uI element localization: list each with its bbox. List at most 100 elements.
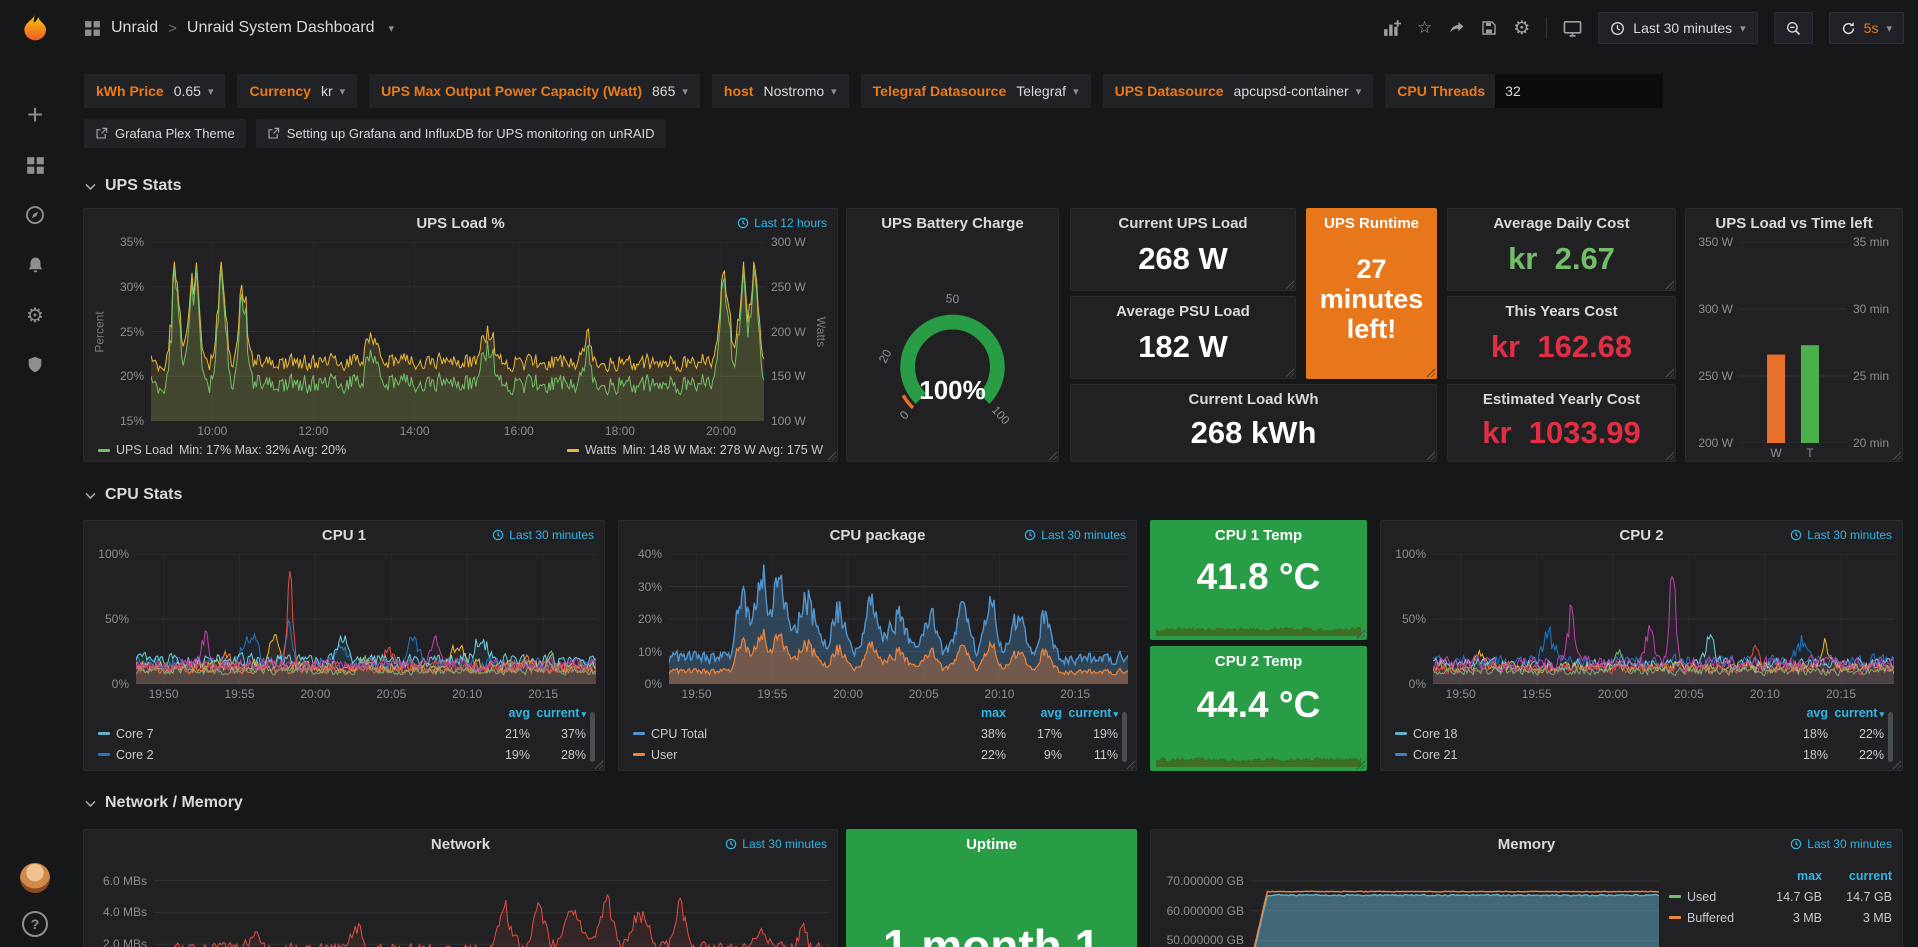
panel-title[interactable]: Uptime [847, 836, 1136, 853]
svg-text:100: 100 [989, 403, 1013, 427]
refresh-picker[interactable]: 5s ▾ [1829, 12, 1904, 44]
panel-time-range[interactable]: Last 30 minutes [1790, 837, 1892, 851]
configuration-gear-icon[interactable]: ⚙ [23, 303, 47, 327]
variable-ups-datasource[interactable]: UPS Datasource apcupsd-container▾ [1103, 74, 1374, 108]
panel-time-range[interactable]: Last 30 minutes [1790, 528, 1892, 542]
panel-title[interactable]: Average PSU Load [1071, 303, 1295, 320]
dashboard-settings-icon[interactable]: ⚙ [1513, 17, 1530, 40]
panel-title[interactable]: Current Load kWh [1071, 391, 1436, 408]
legend: avg current Core 18 18% 22% Core 21 18% … [1389, 702, 1894, 770]
panel-ups-load-vs-time-left: UPS Load vs Time left 350 W300 W250 W200… [1685, 208, 1903, 462]
legend-scrollbar[interactable] [1888, 712, 1893, 762]
variable-kwh-price[interactable]: kWh Price 0.65▾ [84, 74, 225, 108]
zoom-out-button[interactable] [1774, 12, 1813, 44]
svg-text:50: 50 [945, 291, 960, 306]
dashboard-grid-icon[interactable] [84, 20, 101, 37]
variable-host[interactable]: host Nostromo▾ [712, 74, 849, 108]
template-variables: kWh Price 0.65▾ Currency kr▾ UPS Max Out… [84, 74, 1663, 108]
legend-col-current[interactable]: current [1822, 869, 1892, 883]
legend-col-avg[interactable]: avg [1772, 706, 1828, 720]
link-ups-monitoring-guide[interactable]: Setting up Grafana and InfluxDB for UPS … [256, 119, 666, 148]
panel-title[interactable]: CPU 2 [1619, 527, 1663, 544]
legend-col-current[interactable]: current [1062, 706, 1118, 720]
panel-title[interactable]: Average Daily Cost [1448, 215, 1675, 232]
panel-current-load-kwh: Current Load kWh 268 kWh [1070, 384, 1437, 462]
panel-title[interactable]: CPU 1 [322, 527, 366, 544]
legend-col-current[interactable]: current [530, 706, 586, 720]
dashboard-title[interactable]: Unraid System Dashboard [187, 19, 375, 37]
add-panel-icon[interactable] [1383, 19, 1401, 37]
panel-time-range[interactable]: Last 12 hours [737, 216, 827, 230]
cpu-package-chart[interactable]: 19:5019:5520:0020:0520:1020:15 [669, 554, 1128, 684]
panel-this-years-cost: This Years Cost kr 162.68 [1447, 296, 1676, 379]
cycle-view-monitor-icon[interactable] [1563, 19, 1582, 38]
time-range-picker[interactable]: Last 30 minutes ▾ [1598, 12, 1757, 44]
panel-title[interactable]: This Years Cost [1448, 303, 1675, 320]
panel-title[interactable]: Current UPS Load [1071, 215, 1295, 232]
legend-header: avg current [98, 702, 586, 723]
row-title: Network / Memory [105, 794, 243, 812]
cpu1-chart[interactable]: 19:5019:5520:0020:0520:1020:15 [136, 554, 596, 684]
panel-title[interactable]: UPS Load % [416, 215, 504, 232]
chevron-down-icon[interactable]: ▾ [389, 22, 395, 35]
panel-title[interactable]: CPU 1 Temp [1151, 527, 1366, 544]
load-vs-time-chart[interactable]: WT [1740, 242, 1846, 443]
panel-cpu-1: CPU 1 Last 30 minutes 100%50%0% 19:5019:… [83, 520, 605, 771]
legend-item[interactable]: UPS LoadMin: 17% Max: 32% Avg: 20% [98, 443, 346, 457]
legend-col-avg[interactable]: avg [1006, 706, 1062, 720]
panel-time-range[interactable]: Last 30 minutes [725, 837, 827, 851]
cpu2-chart[interactable]: 19:5019:5520:0020:0520:1020:15 [1433, 554, 1894, 684]
alerting-bell-icon[interactable] [23, 253, 47, 277]
panel-title[interactable]: Memory [1498, 836, 1556, 853]
create-icon[interactable]: + [23, 103, 47, 127]
save-icon[interactable] [1481, 20, 1497, 36]
panel-title[interactable]: CPU 2 Temp [1151, 653, 1366, 670]
dashboards-icon[interactable] [23, 153, 47, 177]
panel-ups-battery-charge: UPS Battery Charge 100% 02050100 [846, 208, 1059, 462]
ups-load-chart[interactable]: 10:0012:0014:0016:0018:0020:00 [151, 242, 764, 421]
panel-title[interactable]: UPS Load vs Time left [1715, 215, 1872, 232]
legend-col-avg[interactable]: avg [474, 706, 530, 720]
help-icon[interactable]: ? [22, 911, 48, 937]
row-header-cpu-stats[interactable]: CPU Stats [84, 486, 182, 504]
legend-row: Core 18 18% 22% [1395, 723, 1884, 744]
grafana-logo[interactable] [19, 13, 51, 45]
network-chart[interactable] [154, 863, 829, 947]
chevron-down-icon [84, 180, 97, 193]
legend-scrollbar[interactable] [1122, 712, 1127, 762]
chevron-down-icon: ▾ [1073, 85, 1079, 98]
stat-value: kr 162.68 [1448, 320, 1675, 378]
panel-time-range[interactable]: Last 30 minutes [492, 528, 594, 542]
row-header-network-memory[interactable]: Network / Memory [84, 794, 243, 812]
memory-chart[interactable] [1251, 863, 1659, 947]
explore-icon[interactable] [23, 203, 47, 227]
legend-row: Core 21 18% 22% [1395, 744, 1884, 765]
panel-title[interactable]: Estimated Yearly Cost [1448, 391, 1675, 408]
breadcrumb-folder[interactable]: Unraid [111, 19, 158, 37]
y-axis-left: 350 W300 W250 W200 W [1694, 242, 1740, 443]
share-icon[interactable] [1448, 20, 1465, 37]
chevron-down-icon: ▾ [1356, 85, 1362, 98]
legend-col-max[interactable]: max [1752, 869, 1822, 883]
admin-shield-icon[interactable] [23, 353, 47, 377]
row-header-ups-stats[interactable]: UPS Stats [84, 177, 181, 195]
panel-time-range[interactable]: Last 30 minutes [1024, 528, 1126, 542]
variable-ups-max-power[interactable]: UPS Max Output Power Capacity (Watt) 865… [369, 74, 700, 108]
star-icon[interactable]: ☆ [1417, 18, 1432, 38]
legend-col-max[interactable]: max [950, 706, 1006, 720]
panel-title[interactable]: CPU package [830, 527, 926, 544]
variable-currency[interactable]: Currency kr▾ [237, 74, 357, 108]
resize-handle[interactable] [1891, 450, 1901, 460]
legend-item[interactable]: WattsMin: 148 W Max: 278 W Avg: 175 W [567, 443, 823, 457]
battery-gauge[interactable]: 100% 02050100 [855, 237, 1050, 466]
panel-title[interactable]: Network [431, 836, 490, 853]
variable-telegraf-datasource[interactable]: Telegraf Datasource Telegraf▾ [861, 74, 1091, 108]
panel-title[interactable]: UPS Battery Charge [881, 215, 1024, 232]
user-avatar[interactable] [20, 863, 50, 893]
cpu-threads-input[interactable] [1495, 74, 1663, 108]
panel-estimated-yearly-cost: Estimated Yearly Cost kr 1033.99 [1447, 384, 1676, 462]
legend-scrollbar[interactable] [590, 712, 595, 762]
link-grafana-plex-theme[interactable]: Grafana Plex Theme [84, 119, 246, 148]
panel-title[interactable]: UPS Runtime [1307, 215, 1436, 232]
legend-col-current[interactable]: current [1828, 706, 1884, 720]
